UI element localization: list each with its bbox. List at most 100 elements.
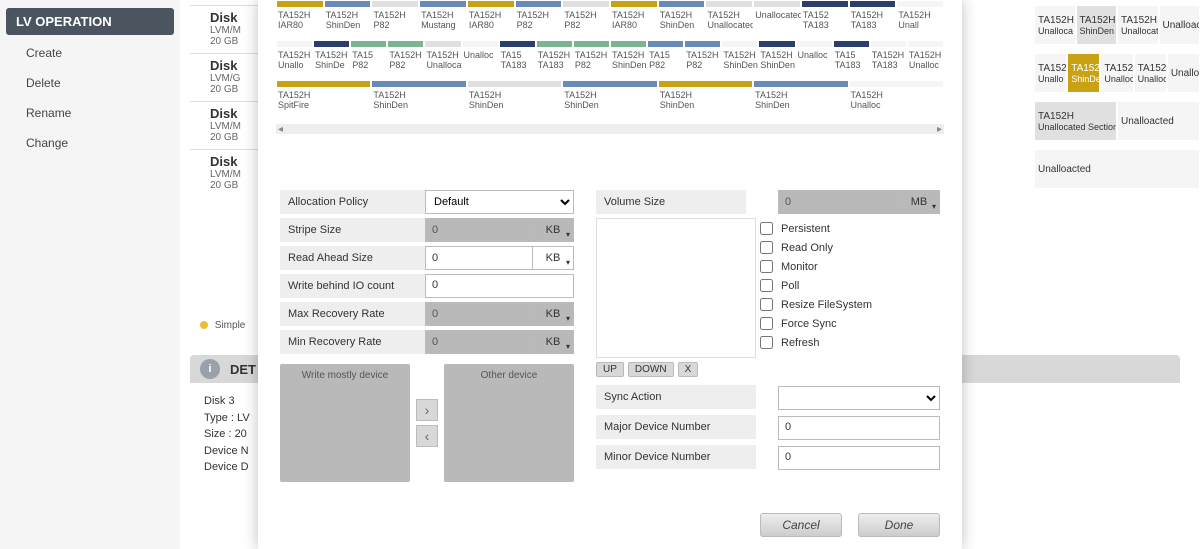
min-recov-label: Min Recovery Rate: [280, 330, 425, 354]
disk-label: DiskLVM/M20 GB: [190, 101, 260, 143]
partition-label[interactable]: TA152HUnall: [896, 10, 944, 30]
partition-label[interactable]: TA15P82: [350, 50, 387, 70]
lv-create-modal: TA152HIAR80TA152HShinDenTA152HP82TA152HM…: [258, 0, 962, 549]
partition-seg[interactable]: TA152HUnalloc: [1134, 53, 1167, 93]
partition-label[interactable]: TA152HTA183: [849, 10, 897, 30]
max-recov-value: 0: [425, 302, 532, 326]
remove-button[interactable]: X: [678, 362, 699, 377]
partition-label[interactable]: TA152TA183: [801, 10, 849, 30]
vol-selection-list[interactable]: [596, 218, 756, 358]
partition-label[interactable]: TA152HTA183: [536, 50, 573, 70]
min-recov-value: 0: [425, 330, 532, 354]
partition-label[interactable]: TA152HUnalloc: [849, 90, 944, 110]
check-read-only[interactable]: Read Only: [760, 241, 940, 254]
alloc-policy-label: Allocation Policy: [280, 190, 425, 214]
sidebar-item-create[interactable]: Create: [0, 38, 180, 68]
partition-label[interactable]: TA152HP82: [371, 10, 419, 30]
stripe-size-unit[interactable]: KB: [532, 218, 574, 242]
partition-label[interactable]: TA152HP82: [562, 10, 610, 30]
partition-label[interactable]: TA152HShinDen: [658, 90, 753, 110]
disk-label: DiskLVM/M20 GB: [190, 5, 260, 47]
partition-seg[interactable]: TA152HUnallo: [1034, 53, 1067, 93]
max-recov-unit[interactable]: KB: [532, 302, 574, 326]
partition-label[interactable]: TA152HShinDen: [610, 50, 647, 70]
min-recov-unit[interactable]: KB: [532, 330, 574, 354]
stripe-size-label: Stripe Size: [280, 218, 425, 242]
partition-seg[interactable]: TA152HShinDen: [1076, 5, 1118, 45]
partition-seg[interactable]: TA152HUnallocated Section: [1034, 101, 1117, 141]
check-input[interactable]: [760, 298, 773, 311]
partition-label[interactable]: Unalloc: [796, 50, 833, 70]
done-button[interactable]: Done: [858, 513, 940, 537]
check-input[interactable]: [760, 279, 773, 292]
partition-scrollbar[interactable]: ◂▸: [276, 124, 944, 134]
partition-label[interactable]: TA152HIAR80: [276, 10, 324, 30]
partition-label[interactable]: TA152HP82: [684, 50, 721, 70]
partition-label[interactable]: TA152HTA183: [870, 50, 907, 70]
check-input[interactable]: [760, 260, 773, 273]
partition-label[interactable]: Unallocated: [753, 10, 801, 30]
partition-label[interactable]: TA15TA183: [833, 50, 870, 70]
partition-label[interactable]: TA152HShinDen: [371, 90, 466, 110]
sidebar-item-rename[interactable]: Rename: [0, 98, 180, 128]
partition-label[interactable]: TA152HShinDen: [467, 90, 562, 110]
cancel-button[interactable]: Cancel: [760, 513, 842, 537]
partition-seg[interactable]: Unalloacted: [1034, 149, 1200, 189]
sidebar-item-delete[interactable]: Delete: [0, 68, 180, 98]
partition-label[interactable]: TA152HShinDen: [758, 50, 795, 70]
partition-label[interactable]: TA152HShinDe: [313, 50, 350, 70]
partition-label[interactable]: TA152HUnallo: [276, 50, 313, 70]
check-force-sync[interactable]: Force Sync: [760, 317, 940, 330]
check-persistent[interactable]: Persistent: [760, 222, 940, 235]
partition-seg[interactable]: TA152HShinDe: [1067, 53, 1100, 93]
stripe-size-value: 0: [425, 218, 532, 242]
check-monitor[interactable]: Monitor: [760, 260, 940, 273]
check-poll[interactable]: Poll: [760, 279, 940, 292]
check-refresh[interactable]: Refresh: [760, 336, 940, 349]
partition-label[interactable]: TA152HP82: [387, 50, 424, 70]
check-input[interactable]: [760, 317, 773, 330]
partition-label[interactable]: Unalloc: [462, 50, 499, 70]
partition-seg[interactable]: Unalloacted: [1117, 101, 1200, 141]
partition-seg[interactable]: TA152HUnallocated: [1100, 53, 1133, 93]
down-button[interactable]: DOWN: [628, 362, 674, 377]
partition-label[interactable]: TA152HIAR80: [467, 10, 515, 30]
partition-label[interactable]: TA15TA183: [499, 50, 536, 70]
check-resize-filesystem[interactable]: Resize FileSystem: [760, 298, 940, 311]
info-icon: i: [200, 359, 220, 379]
partition-label[interactable]: TA152HP82: [573, 50, 610, 70]
partition-label[interactable]: TA152HSpitFire: [276, 90, 371, 110]
partition-label[interactable]: TA15P82: [647, 50, 684, 70]
sidebar-item-change[interactable]: Change: [0, 128, 180, 158]
partition-label[interactable]: TA152HUnallocat: [424, 50, 461, 70]
move-left-button[interactable]: ‹: [416, 425, 438, 447]
read-ahead-unit[interactable]: KB: [532, 246, 574, 270]
partition-label[interactable]: TA152HP82: [515, 10, 563, 30]
check-input[interactable]: [760, 241, 773, 254]
partition-seg[interactable]: Unalloacte: [1167, 53, 1200, 93]
vol-size-unit[interactable]: MB: [898, 190, 940, 214]
partition-label[interactable]: TA152HShinDen: [721, 50, 758, 70]
partition-label[interactable]: TA152HShinDen: [562, 90, 657, 110]
partition-label[interactable]: TA152HShinDen: [753, 90, 848, 110]
read-ahead-value[interactable]: 0: [425, 246, 532, 270]
check-input[interactable]: [760, 222, 773, 235]
partition-label[interactable]: TA152HShinDen: [658, 10, 706, 30]
partition-seg[interactable]: TA152HUnallocated: [1117, 5, 1159, 45]
move-right-button[interactable]: ›: [416, 399, 438, 421]
partition-label[interactable]: TA152HIAR80: [610, 10, 658, 30]
sync-action-select[interactable]: [778, 386, 940, 410]
alloc-policy-select[interactable]: Default: [425, 190, 574, 214]
disk-label: DiskLVM/G20 GB: [190, 53, 260, 95]
minor-dev-value: 0: [778, 446, 940, 470]
partition-label[interactable]: TA152HUnalloc: [907, 50, 944, 70]
partition-label[interactable]: TA152HShinDen: [324, 10, 372, 30]
up-button[interactable]: UP: [596, 362, 624, 377]
partition-seg[interactable]: TA152HUnalloca: [1034, 5, 1076, 45]
partition-label[interactable]: TA152HMustang: [419, 10, 467, 30]
write-mostly-device-list[interactable]: Write mostly device: [280, 364, 410, 482]
other-device-list[interactable]: Other device: [444, 364, 574, 482]
partition-seg[interactable]: Unalloacte: [1159, 5, 1200, 45]
check-input[interactable]: [760, 336, 773, 349]
partition-label[interactable]: TA152HUnallocated: [705, 10, 753, 30]
